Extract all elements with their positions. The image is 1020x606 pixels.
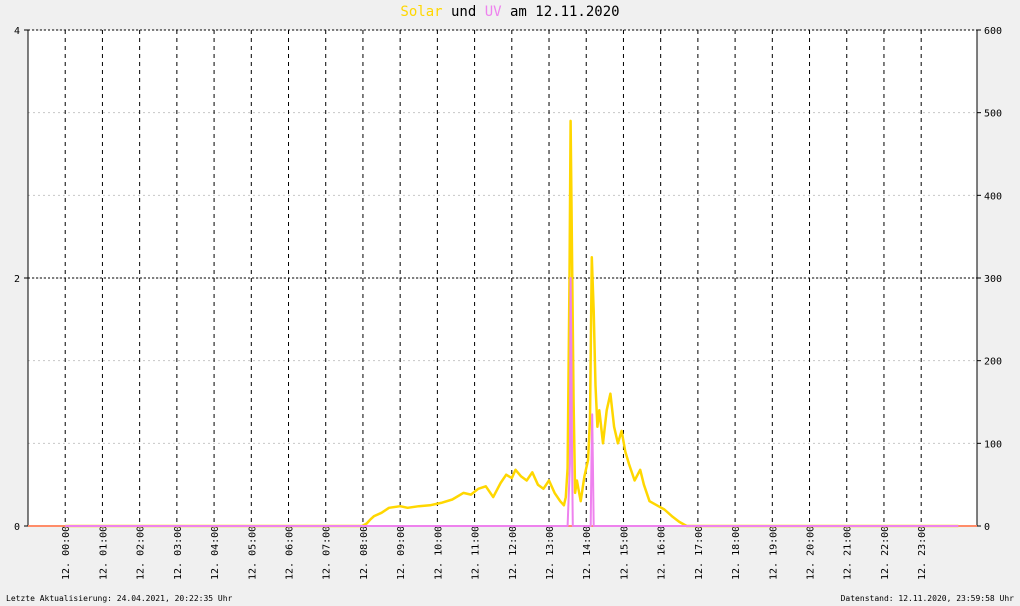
x-tick-label-16: 12. 16:00 [657, 526, 668, 580]
right-tick-label-300: 300 [984, 274, 1002, 285]
x-tick-label-20: 12. 20:00 [806, 526, 817, 580]
x-tick-label-1: 12. 01:00 [98, 526, 109, 580]
x-tick-label-0: 12. 00:00 [61, 526, 72, 580]
right-tick-label-600: 600 [984, 26, 1002, 37]
right-tick-label-500: 500 [984, 109, 1002, 120]
x-tick-label-18: 12. 18:00 [731, 526, 742, 580]
x-tick-label-14: 12. 14:00 [582, 526, 593, 580]
x-tick-label-9: 12. 09:00 [396, 526, 407, 580]
x-tick-label-7: 12. 07:00 [322, 526, 333, 580]
x-tick-label-10: 12. 10:00 [433, 526, 444, 580]
solar-uv-chart: 0 2 4 0 100 200 300 400 500 600 12. 00:00 12. 01:00… [14, 26, 1002, 580]
right-tick-label-100: 100 [984, 439, 1002, 450]
x-tick-label-2: 12. 02:00 [136, 526, 147, 580]
right-tick-label-200: 200 [984, 357, 1002, 368]
left-tick-label-4: 4 [14, 26, 20, 37]
x-tick-label-22: 12. 22:00 [880, 526, 891, 580]
x-tick-label-23: 12. 23:00 [917, 526, 928, 580]
x-tick-label-3: 12. 03:00 [173, 526, 184, 580]
x-tick-label-12: 12. 12:00 [508, 526, 519, 580]
left-tick-label-2: 2 [14, 274, 20, 285]
x-tick-label-8: 12. 08:00 [359, 526, 370, 580]
x-tick-label-5: 12. 05:00 [247, 526, 258, 580]
right-tick-label-0: 0 [984, 522, 990, 533]
last-update-text: Letzte Aktualisierung: 24.04.2021, 20:22… [6, 594, 233, 603]
x-tick-label-4: 12. 04:00 [210, 526, 221, 580]
x-tick-label-6: 12. 06:00 [285, 526, 296, 580]
x-tick-label-13: 12. 13:00 [545, 526, 556, 580]
left-tick-label-0: 0 [14, 522, 20, 533]
x-tick-label-19: 12. 19:00 [768, 526, 779, 580]
right-tick-label-400: 400 [984, 191, 1002, 202]
x-tick-label-21: 12. 21:00 [843, 526, 854, 580]
x-tick-label-15: 12. 15:00 [619, 526, 630, 580]
x-tick-label-11: 12. 11:00 [471, 526, 482, 580]
data-status-text: Datenstand: 12.11.2020, 23:59:58 Uhr [840, 594, 1014, 603]
x-tick-label-17: 12. 17:00 [694, 526, 705, 580]
